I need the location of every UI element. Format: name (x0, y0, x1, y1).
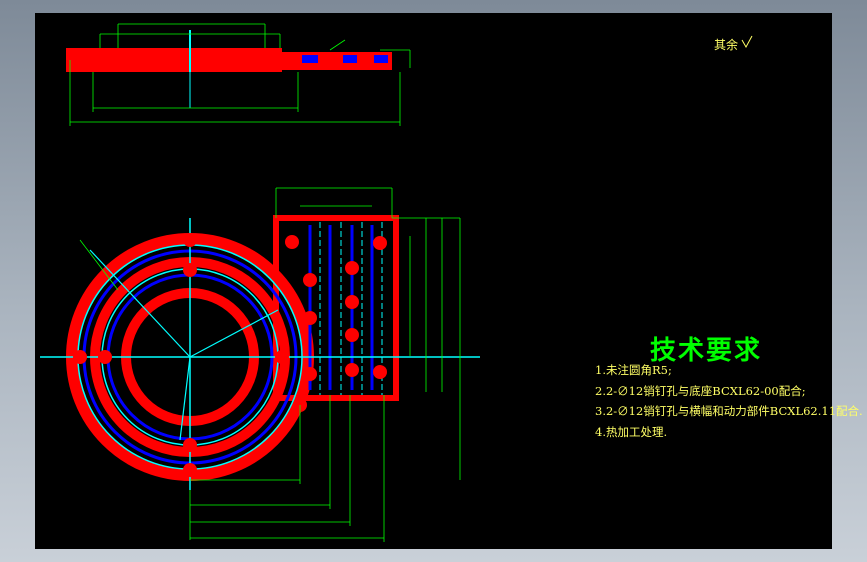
requirement-2: 2.2-∅12销钉孔与底座BCXL62-00配合; (595, 384, 806, 398)
slot-1 (302, 55, 318, 63)
slot-2 (343, 55, 357, 63)
requirement-1: 1.未注圆角R5; (595, 363, 672, 377)
top-view (66, 23, 411, 126)
requirement-3: 3.2-∅12销钉孔与横幅和动力部件BCXL62.11配合. (595, 404, 863, 418)
roughness-icon (741, 35, 753, 49)
front-view (40, 187, 480, 542)
drawing-sheet[interactable]: 其余 技术要求 1.未注圆角R5; 2.2-∅12销钉孔与底座BCXL62-00… (35, 13, 863, 549)
slot-3 (374, 55, 388, 63)
cad-viewport: 其余 技术要求 1.未注圆角R5; 2.2-∅12销钉孔与底座BCXL62-00… (0, 0, 867, 562)
roughness-note: 其余 (714, 38, 739, 52)
cad-drawing (40, 23, 753, 542)
top-view-body (66, 48, 282, 72)
requirement-4: 4.热加工处理. (595, 425, 668, 439)
